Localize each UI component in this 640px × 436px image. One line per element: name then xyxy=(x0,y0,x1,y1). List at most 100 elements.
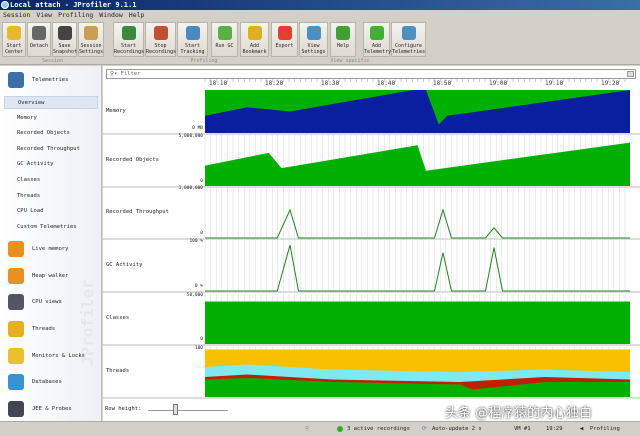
section-label: Monitors & Locks xyxy=(32,353,85,359)
settings-icon xyxy=(84,26,98,40)
button-label: Start Tracking xyxy=(180,43,205,55)
profiling-icon: ◀ xyxy=(580,426,584,432)
stop-recordings-button[interactable]: Stop Recordings xyxy=(145,22,176,57)
start-center-button[interactable]: Start Center xyxy=(2,22,26,57)
recycle-icon xyxy=(217,26,232,40)
detach-button[interactable]: Detach xyxy=(27,22,51,57)
button-label: Detach xyxy=(29,43,49,49)
view-settings-button[interactable]: View Settings xyxy=(299,22,328,57)
section-label: Heap walker xyxy=(32,273,69,279)
button-label: Help xyxy=(336,43,350,49)
button-label: Start Recordings xyxy=(114,43,145,55)
row-min: 0 xyxy=(200,231,203,236)
menu-profiling[interactable]: Profiling xyxy=(58,10,93,20)
tracking-icon xyxy=(185,26,200,40)
mode: Profiling xyxy=(590,426,620,432)
row-height-slider-handle[interactable] xyxy=(173,404,178,415)
configure-icon xyxy=(401,26,416,40)
recorded-objects-area xyxy=(205,142,630,186)
run-gc-button[interactable]: Run GC xyxy=(211,22,238,57)
add-telemetry-button[interactable]: Add Telemetry xyxy=(363,22,392,57)
row-min: 0 MB xyxy=(192,126,203,131)
menu-window[interactable]: Window xyxy=(99,10,122,20)
save-snapshot-button[interactable]: Save Snapshot xyxy=(52,22,77,57)
row-label: Recorded Throughput xyxy=(106,208,169,215)
status-bar: ⚲ 3 active recordings ⟳ Auto-update 2 s … xyxy=(0,421,640,435)
gc-activity-line xyxy=(205,244,630,292)
time-tick-label: 18:30 xyxy=(321,80,339,87)
section-label: Live memory xyxy=(32,246,69,252)
button-label: Save Snapshot xyxy=(53,43,78,55)
recording-dot-icon xyxy=(337,426,343,432)
heap-walker-icon xyxy=(8,268,24,284)
session-settings-button[interactable]: Session Settings xyxy=(78,22,104,57)
time-tick-label: 18:10 xyxy=(209,80,227,87)
time-tick-label: 19:00 xyxy=(489,80,507,87)
save-icon xyxy=(57,26,72,40)
live-memory-icon xyxy=(8,241,24,257)
probe-icon xyxy=(8,401,24,417)
autoupdate-icon: ⟳ xyxy=(422,426,427,432)
menu-view[interactable]: View xyxy=(36,10,52,20)
sidebar-item-overview[interactable]: Overview xyxy=(4,96,98,109)
add-bookmark-button[interactable]: Add Bookmark xyxy=(240,22,269,57)
start-recordings-button[interactable]: Start Recordings xyxy=(113,22,144,57)
toolbar: Start Center Detach Save Snapshot Session S… xyxy=(0,21,640,65)
menu-session[interactable]: Session xyxy=(3,10,30,20)
sidebar-section-databases[interactable]: Databases xyxy=(8,372,62,392)
sidebar-item-memory[interactable]: Memory xyxy=(4,112,98,125)
title-bar: Local attach - JProfiler 9.1.1 xyxy=(0,0,640,10)
button-label: Add Bookmark xyxy=(242,43,267,55)
pin-icon[interactable]: ⚲ xyxy=(305,422,309,436)
sidebar-section-live-memory[interactable]: Live memory xyxy=(8,239,68,259)
watermark: 头条 @程序猿的内心独白 xyxy=(445,406,593,421)
clock: 19:29 xyxy=(546,426,563,432)
sidebar-item-classes[interactable]: Classes xyxy=(4,174,98,187)
sidebar-section-cpu-views[interactable]: CPU views xyxy=(8,292,62,312)
button-label: Session Settings xyxy=(79,43,104,55)
sidebar-item-threads[interactable]: Threads xyxy=(4,190,98,203)
export-button[interactable]: Export xyxy=(271,22,298,57)
row-min: 0 % xyxy=(194,284,203,289)
sidebar-item-gc-activity[interactable]: GC Activity xyxy=(4,158,98,171)
sidebar-item-custom-telemetries[interactable]: Custom Telemetries xyxy=(4,221,98,234)
sidebar-section-threads[interactable]: Threads xyxy=(8,319,55,339)
classes-area xyxy=(205,301,630,344)
toolbar-group-label: Session xyxy=(41,58,64,64)
sidebar-section-telemetries[interactable]: Telemetries xyxy=(8,70,68,90)
sidebar-item-cpu-load[interactable]: CPU Load xyxy=(4,205,98,218)
row-label: Threads xyxy=(106,368,130,374)
view-settings-icon xyxy=(306,26,321,40)
cpu-icon xyxy=(8,294,24,310)
app-icon xyxy=(1,1,9,9)
time-tick-label: 18:20 xyxy=(265,80,283,87)
telemetry-plots: 18:10 18:20 18:30 18:40 18:50 19:00 19:10 19:20 xyxy=(103,79,640,399)
active-recordings[interactable]: 3 active recordings xyxy=(347,422,410,436)
row-max: 5,000,000 xyxy=(178,134,203,139)
detach-icon xyxy=(32,26,46,40)
button-label: Run GC xyxy=(215,43,234,49)
row-max: 50,000 xyxy=(186,293,203,298)
row-height-slider-track[interactable] xyxy=(148,410,228,411)
time-tick-label: 18:40 xyxy=(377,80,395,87)
sidebar-item-recorded-throughput[interactable]: Recorded Throughput xyxy=(4,143,98,156)
configure-telemetries-button[interactable]: Configure Telemetries xyxy=(391,22,426,57)
sidebar-section-heap-walker[interactable]: Heap walker xyxy=(8,266,68,286)
telemetry-overview: ⚲▾ Filter 18:10 18:20 18:30 18:40 18:50 19:00… xyxy=(103,66,640,421)
section-label: Databases xyxy=(32,379,62,385)
row-min: 0 xyxy=(200,179,203,184)
sidebar-section-jee-probes[interactable]: JEE & Probes xyxy=(8,399,72,419)
help-button[interactable]: Help xyxy=(330,22,356,57)
sidebar-item-recorded-objects[interactable]: Recorded Objects xyxy=(4,127,98,140)
row-max: 100 xyxy=(194,346,203,351)
telemetries-icon xyxy=(8,72,24,88)
vm-id: VM #1 xyxy=(514,426,531,432)
sidebar-section-monitors-locks[interactable]: Monitors & Locks xyxy=(8,346,85,366)
time-tick-label: 18:50 xyxy=(433,80,451,87)
auto-update[interactable]: Auto-update 2 s xyxy=(432,422,482,436)
plus-icon xyxy=(369,26,384,40)
button-label: Add Telemetry xyxy=(364,43,392,55)
row-height-label: Row height: xyxy=(105,406,142,412)
menu-help[interactable]: Help xyxy=(129,10,145,20)
start-tracking-button[interactable]: Start Tracking xyxy=(177,22,208,57)
